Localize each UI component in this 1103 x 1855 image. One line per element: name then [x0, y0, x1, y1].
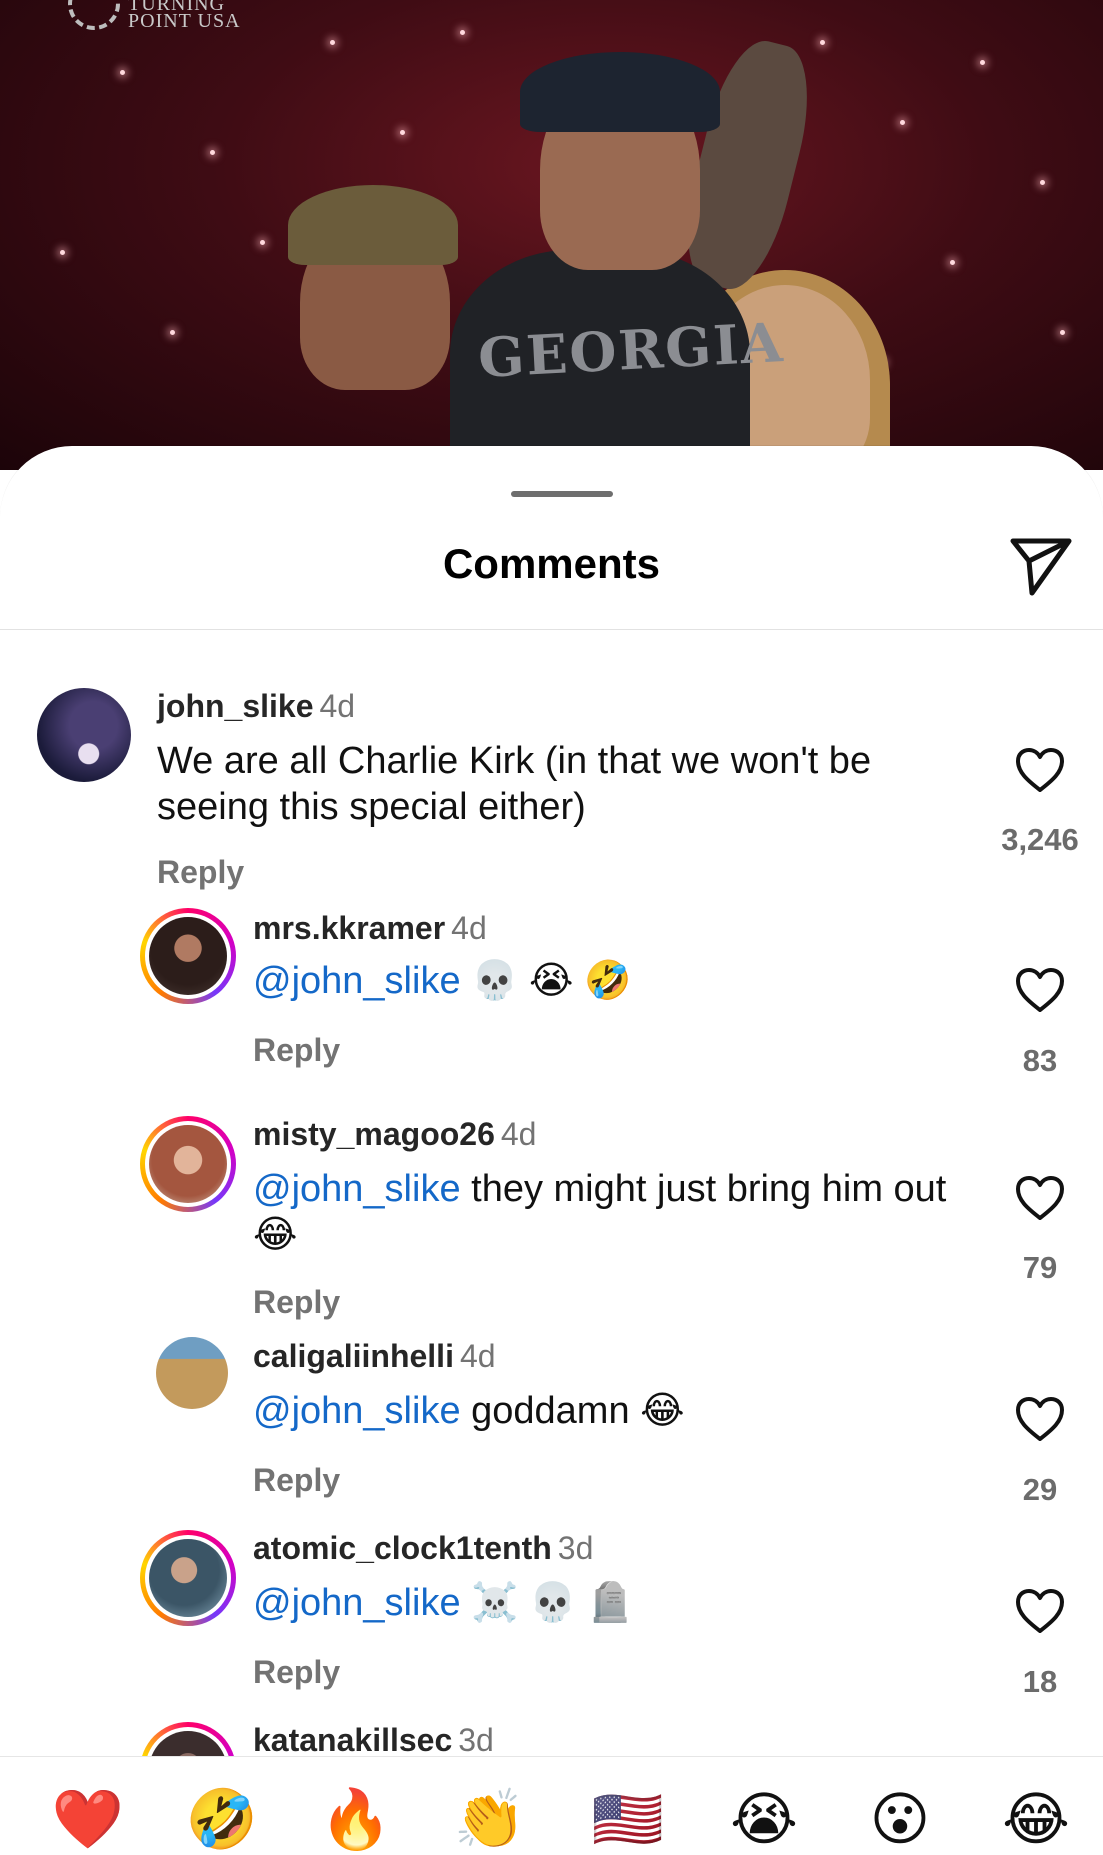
comment-username[interactable]: john_slike: [157, 688, 314, 724]
reaction-laughing-icon[interactable]: 😂: [996, 1785, 1076, 1855]
emoji-reaction-bar: ❤️ 🤣 🔥 👏 🇺🇸 😭 😮 😂: [0, 1756, 1103, 1852]
avatar[interactable]: [156, 1337, 228, 1409]
heart-icon: [1016, 1589, 1064, 1633]
avatar-image: [149, 1125, 227, 1203]
mention-link[interactable]: @john_slike: [253, 1168, 461, 1210]
comment-username[interactable]: katanakillsec: [253, 1722, 452, 1758]
comment-time: 4d: [459, 1338, 496, 1374]
reply-button[interactable]: Reply: [253, 1654, 340, 1691]
avatar-image: [149, 917, 227, 995]
like-button[interactable]: [1010, 1583, 1070, 1639]
reaction-surprised-icon[interactable]: 😮: [860, 1785, 940, 1855]
logo-ring-icon: [68, 0, 120, 30]
reaction-us-flag-icon[interactable]: 🇺🇸: [588, 1785, 668, 1855]
share-button[interactable]: [1005, 530, 1077, 602]
heart-icon: [1016, 748, 1064, 792]
send-icon: [1010, 538, 1072, 596]
avatar-image: [156, 1337, 228, 1409]
like-count: 79: [1022, 1250, 1058, 1285]
heart-icon: [1016, 1397, 1064, 1441]
mention-link[interactable]: @john_slike: [253, 960, 461, 1002]
reply-button[interactable]: Reply: [253, 1462, 340, 1499]
avatar-image: [149, 1539, 227, 1617]
like-button[interactable]: [1010, 1391, 1070, 1447]
reaction-heart-icon[interactable]: ❤️: [48, 1785, 128, 1855]
like-count: 83: [1022, 1043, 1058, 1078]
video-backdrop: GEORGIA TURNING POINT USA: [0, 0, 1103, 470]
reply-button[interactable]: Reply: [253, 1032, 340, 1069]
reply-button[interactable]: Reply: [253, 1284, 340, 1321]
comment-time: 4d: [451, 910, 487, 946]
mention-link[interactable]: @john_slike: [253, 1582, 461, 1624]
comment-time: 4d: [500, 1116, 537, 1152]
reaction-crying-icon[interactable]: 😭: [724, 1785, 804, 1855]
header-divider: [0, 629, 1103, 630]
comment-text: 💀 😭 🤣: [460, 960, 632, 1002]
story-avatar[interactable]: [140, 908, 236, 1004]
comment-time: 4d: [319, 688, 356, 724]
reaction-fire-icon[interactable]: 🔥: [316, 1785, 396, 1855]
comments-title: Comments: [442, 540, 661, 587]
comment-text: goddamn 😂: [460, 1390, 685, 1432]
reaction-clap-icon[interactable]: 👏: [450, 1785, 530, 1855]
like-button[interactable]: [1010, 1170, 1070, 1226]
logo-line-2: POINT USA: [128, 10, 241, 32]
like-count: 18: [1022, 1664, 1058, 1699]
comment-username[interactable]: caligaliinhelli: [253, 1338, 454, 1374]
story-avatar[interactable]: [140, 1116, 236, 1212]
comment-time: 3d: [458, 1722, 494, 1758]
comment-username[interactable]: mrs.kkramer: [253, 910, 445, 946]
performer-2-cap: [520, 52, 720, 132]
heart-icon: [1016, 1176, 1064, 1220]
like-button[interactable]: [1010, 742, 1070, 798]
heart-icon: [1016, 968, 1064, 1012]
avatar-image: [37, 688, 131, 782]
comment-username[interactable]: misty_magoo26: [253, 1116, 495, 1152]
comment-username[interactable]: atomic_clock1tenth: [253, 1530, 552, 1566]
reaction-rofl-icon[interactable]: 🤣: [182, 1785, 262, 1855]
like-count: 3,246: [1001, 822, 1079, 857]
story-avatar[interactable]: [140, 1530, 236, 1626]
like-count: 29: [1022, 1472, 1058, 1507]
reply-button[interactable]: Reply: [157, 854, 244, 891]
sheet-grabber-handle[interactable]: [511, 491, 613, 497]
avatar[interactable]: [37, 688, 131, 782]
comment-text: We are all Charlie Kirk (in that we won'…: [157, 740, 872, 828]
performer-1-cap: [288, 185, 458, 265]
turning-point-logo: TURNING POINT USA: [68, 0, 241, 32]
like-button[interactable]: [1010, 962, 1070, 1018]
mention-link[interactable]: @john_slike: [253, 1390, 461, 1432]
comment-text: ☠️ 💀 🪦: [460, 1582, 635, 1624]
comment-time: 3d: [557, 1530, 594, 1566]
